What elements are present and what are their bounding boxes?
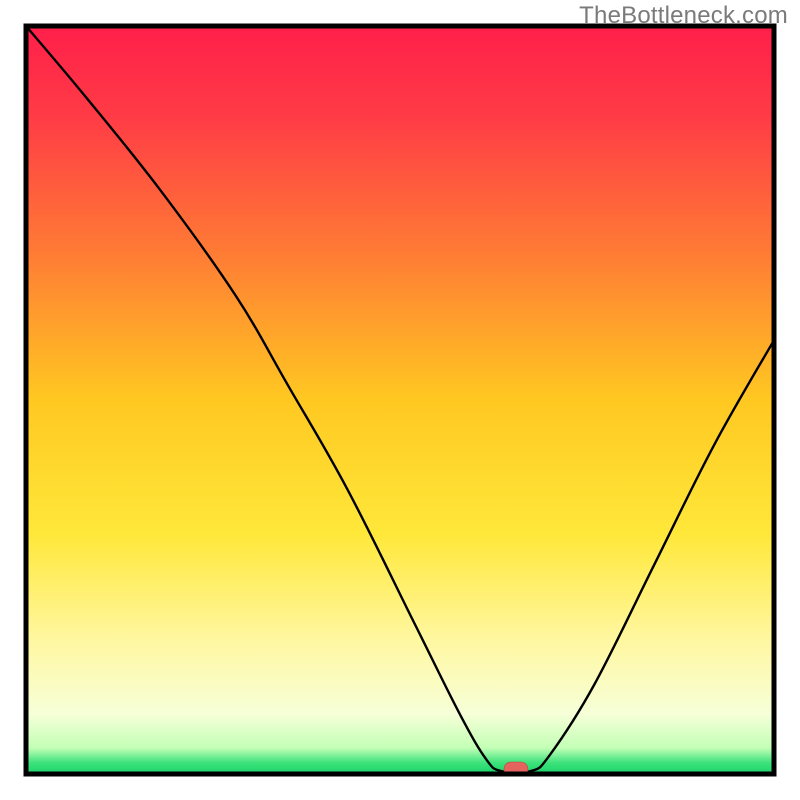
plot-area bbox=[26, 26, 774, 774]
chart-container: TheBottleneck.com bbox=[0, 0, 800, 800]
watermark-text: TheBottleneck.com bbox=[579, 2, 788, 30]
bottleneck-chart bbox=[0, 0, 800, 800]
